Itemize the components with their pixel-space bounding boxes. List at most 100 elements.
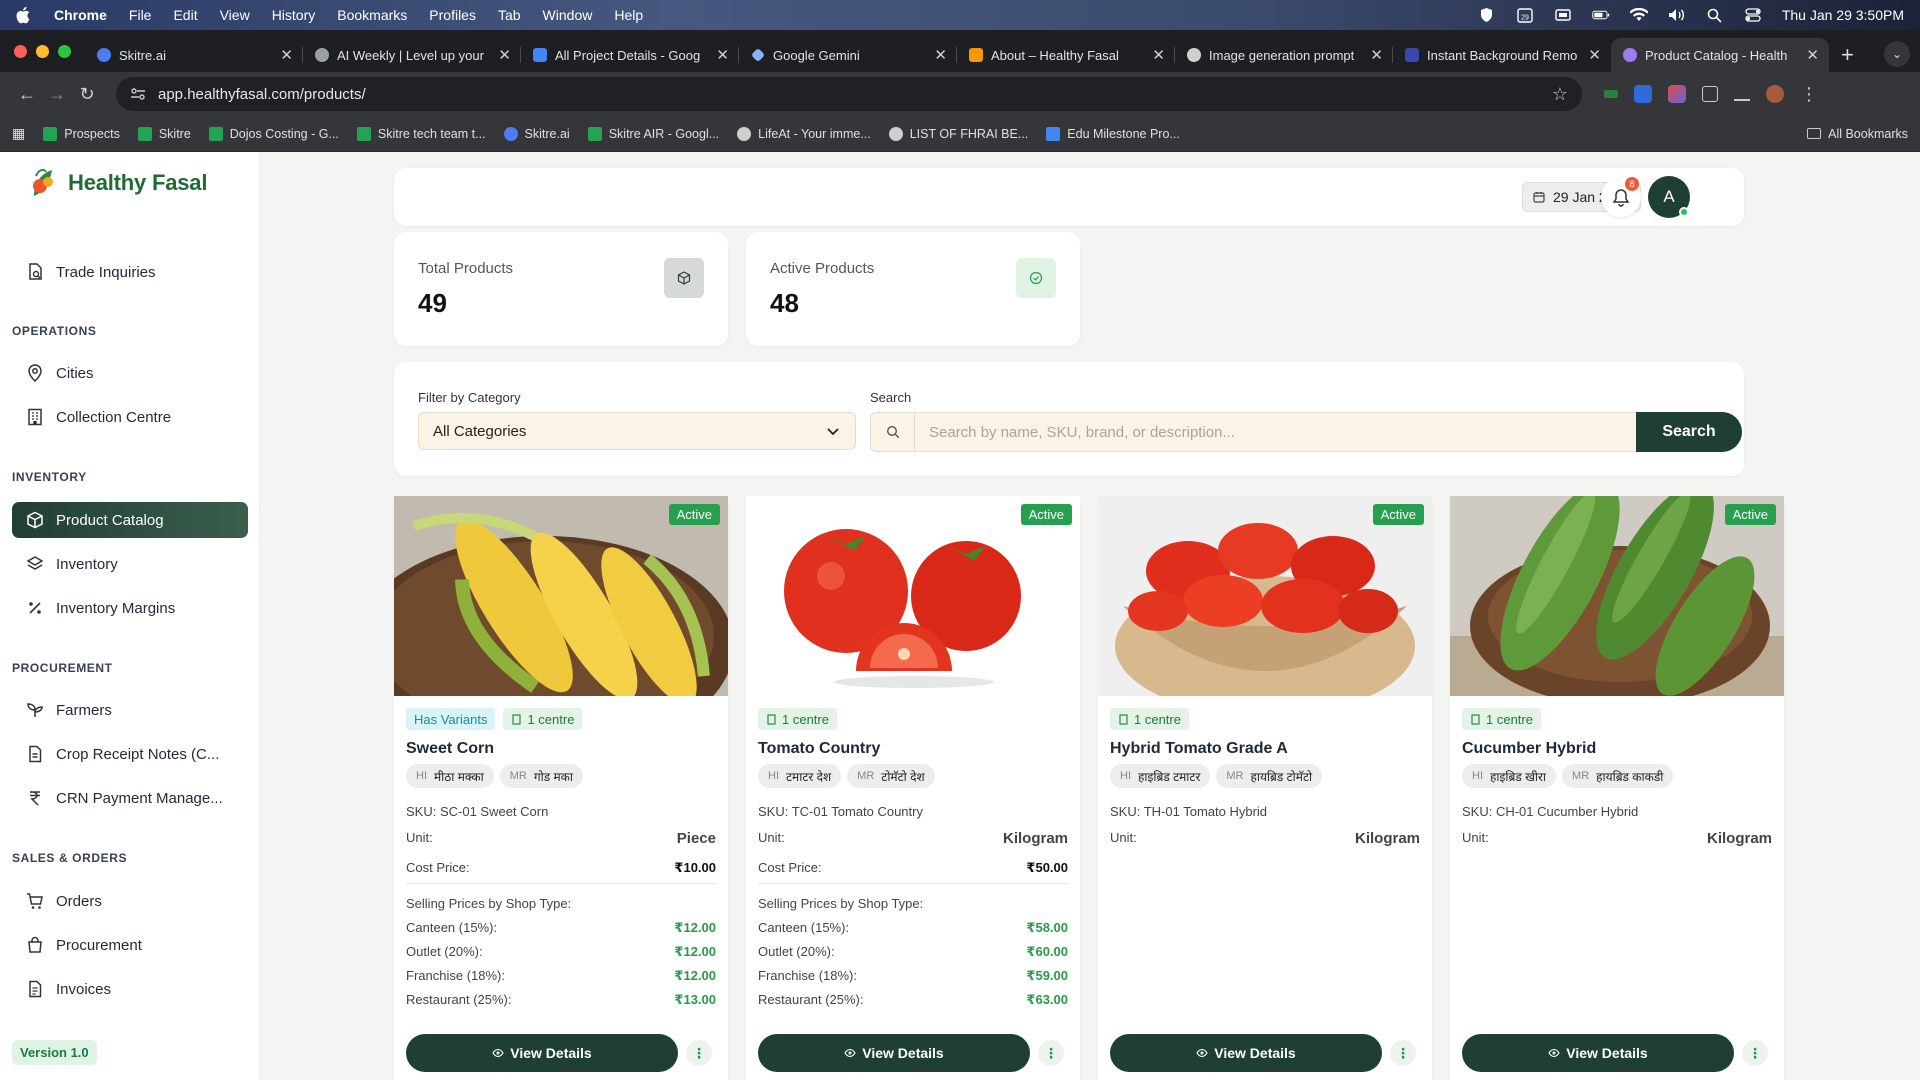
tab-search-button[interactable]: ⌄ xyxy=(1884,41,1910,67)
tab-close-icon[interactable]: ✕ xyxy=(934,46,947,64)
menu-file[interactable]: File xyxy=(129,7,152,23)
new-tab-button[interactable]: + xyxy=(1841,38,1854,72)
forward-button[interactable]: → xyxy=(42,84,72,105)
bookmark-item[interactable]: LIST OF FHRAI BE... xyxy=(888,126,1028,141)
tab-close-icon[interactable]: ✕ xyxy=(280,46,293,64)
extension-green-icon[interactable] xyxy=(1604,90,1618,98)
nav-farmers[interactable]: Farmers xyxy=(12,692,248,728)
nav-trade-inquiries[interactable]: Trade Inquiries xyxy=(12,254,248,290)
minimize-window-button[interactable] xyxy=(36,44,49,58)
nav-cities[interactable]: Cities xyxy=(12,355,248,391)
bookmark-item[interactable]: Skitre xyxy=(137,126,191,141)
more-options-button[interactable]: ⋮ xyxy=(1390,1040,1416,1066)
search-button[interactable]: Search xyxy=(1636,412,1742,452)
category-select[interactable]: All Categories xyxy=(418,412,856,450)
browser-tab[interactable]: AI Weekly | Level up your ✕ xyxy=(303,38,521,72)
nav-crop-receipt-notes[interactable]: Crop Receipt Notes (C... xyxy=(12,736,248,772)
menu-profiles[interactable]: Profiles xyxy=(429,7,476,23)
bookmark-sheet-icon xyxy=(356,126,371,141)
battery-icon[interactable] xyxy=(1592,7,1610,23)
menu-view[interactable]: View xyxy=(220,7,250,23)
tab-close-icon[interactable]: ✕ xyxy=(1806,46,1819,64)
bookmark-item[interactable]: LifeAt - Your imme... xyxy=(737,126,871,141)
extension-red-icon[interactable] xyxy=(1668,85,1686,103)
browser-tab[interactable]: Image generation prompt ✕ xyxy=(1175,38,1393,72)
more-options-button[interactable]: ⋮ xyxy=(1742,1040,1768,1066)
more-options-button[interactable]: ⋮ xyxy=(686,1040,712,1066)
volume-icon[interactable] xyxy=(1668,7,1686,23)
shield-status-icon[interactable] xyxy=(1478,7,1496,23)
browser-menu-icon[interactable]: ⋮ xyxy=(1800,85,1818,103)
language-code: HI xyxy=(1120,770,1131,782)
reload-button[interactable]: ↻ xyxy=(72,84,102,105)
menu-app-name[interactable]: Chrome xyxy=(54,7,107,23)
zoom-window-button[interactable] xyxy=(58,44,71,58)
tab-close-icon[interactable]: ✕ xyxy=(1152,46,1165,64)
all-bookmarks-button[interactable]: All Bookmarks xyxy=(1807,127,1908,141)
bookmark-item[interactable]: Skitre tech team t... xyxy=(356,126,486,141)
menu-window[interactable]: Window xyxy=(543,7,593,23)
search-input[interactable] xyxy=(915,413,1711,451)
menu-edit[interactable]: Edit xyxy=(173,7,197,23)
tab-close-icon[interactable]: ✕ xyxy=(1370,46,1383,64)
apple-icon[interactable] xyxy=(16,6,32,24)
view-details-button[interactable]: View Details xyxy=(406,1034,678,1072)
more-options-button[interactable]: ⋮ xyxy=(1038,1040,1064,1066)
menu-history[interactable]: History xyxy=(272,7,316,23)
profile-avatar-icon[interactable] xyxy=(1766,85,1784,103)
bookmark-item[interactable]: Edu Milestone Pro... xyxy=(1046,126,1180,141)
view-details-button[interactable]: View Details xyxy=(758,1034,1030,1072)
nav-product-catalog[interactable]: Product Catalog xyxy=(12,502,248,538)
clock[interactable]: Thu Jan 29 3:50PM xyxy=(1782,7,1904,23)
extensions-puzzle-icon[interactable] xyxy=(1702,86,1718,102)
browser-tab-active[interactable]: Product Catalog - Health ✕ xyxy=(1611,38,1829,72)
nav-label: Orders xyxy=(56,892,102,910)
url-text[interactable]: app.healthyfasal.com/products/ xyxy=(158,86,1552,103)
browser-tab[interactable]: Google Gemini ✕ xyxy=(739,38,957,72)
menu-bookmarks[interactable]: Bookmarks xyxy=(337,7,407,23)
extension-blue-gear-icon[interactable] xyxy=(1634,85,1652,103)
close-window-button[interactable] xyxy=(14,44,27,58)
nav-inventory-margins[interactable]: Inventory Margins xyxy=(12,590,248,626)
spotlight-search-icon[interactable] xyxy=(1706,7,1724,23)
bookmark-item[interactable]: Prospects xyxy=(43,126,120,141)
nav-orders[interactable]: Orders xyxy=(12,883,248,919)
menu-help[interactable]: Help xyxy=(614,7,643,23)
browser-tab[interactable]: Instant Background Remo ✕ xyxy=(1393,38,1611,72)
download-icon[interactable] xyxy=(1734,87,1750,101)
control-center-icon[interactable] xyxy=(1744,7,1762,23)
tab-close-icon[interactable]: ✕ xyxy=(1588,46,1601,64)
bookmark-item[interactable]: Skitre AIR - Googl... xyxy=(587,126,719,141)
tab-close-icon[interactable]: ✕ xyxy=(498,46,511,64)
nav-crn-payment-management[interactable]: CRN Payment Manage... xyxy=(12,780,248,816)
product-image[interactable]: Active xyxy=(394,496,728,696)
view-details-button[interactable]: View Details xyxy=(1110,1034,1382,1072)
bookmark-star-icon[interactable]: ☆ xyxy=(1552,84,1568,105)
user-avatar[interactable]: A xyxy=(1648,176,1690,218)
tab-close-icon[interactable]: ✕ xyxy=(716,46,729,64)
bookmark-item[interactable]: Dojos Costing - G... xyxy=(208,126,339,141)
back-button[interactable]: ← xyxy=(12,84,42,105)
browser-tab[interactable]: About – Healthy Fasal ✕ xyxy=(957,38,1175,72)
nav-procurement[interactable]: Procurement xyxy=(12,927,248,963)
wifi-icon[interactable] xyxy=(1629,7,1648,23)
view-details-button[interactable]: View Details xyxy=(1462,1034,1734,1072)
brand-logo[interactable]: Healthy Fasal xyxy=(26,166,207,200)
nav-inventory[interactable]: Inventory xyxy=(12,546,248,582)
product-image[interactable]: Active xyxy=(1450,496,1784,696)
browser-tab[interactable]: All Project Details - Goog ✕ xyxy=(521,38,739,72)
stat-value: 48 xyxy=(770,288,799,318)
browser-tab[interactable]: Skitre.ai ✕ xyxy=(85,38,303,72)
nav-invoices[interactable]: Invoices xyxy=(12,971,248,1007)
product-image[interactable]: Active xyxy=(1098,496,1432,696)
site-info-icon[interactable] xyxy=(130,86,146,102)
display-status-icon[interactable] xyxy=(1554,7,1572,23)
calendar-status-icon[interactable]: 29 xyxy=(1516,7,1534,23)
address-bar[interactable]: app.healthyfasal.com/products/ ☆ xyxy=(116,77,1582,111)
nav-collection-centre[interactable]: Collection Centre xyxy=(12,399,248,435)
menu-tab[interactable]: Tab xyxy=(498,7,521,23)
notifications-button[interactable]: 8 xyxy=(1601,177,1641,217)
bookmark-item[interactable]: Skitre.ai xyxy=(503,126,570,141)
apps-grid-icon[interactable]: ▦ xyxy=(12,125,25,142)
product-image[interactable]: Active xyxy=(746,496,1080,696)
